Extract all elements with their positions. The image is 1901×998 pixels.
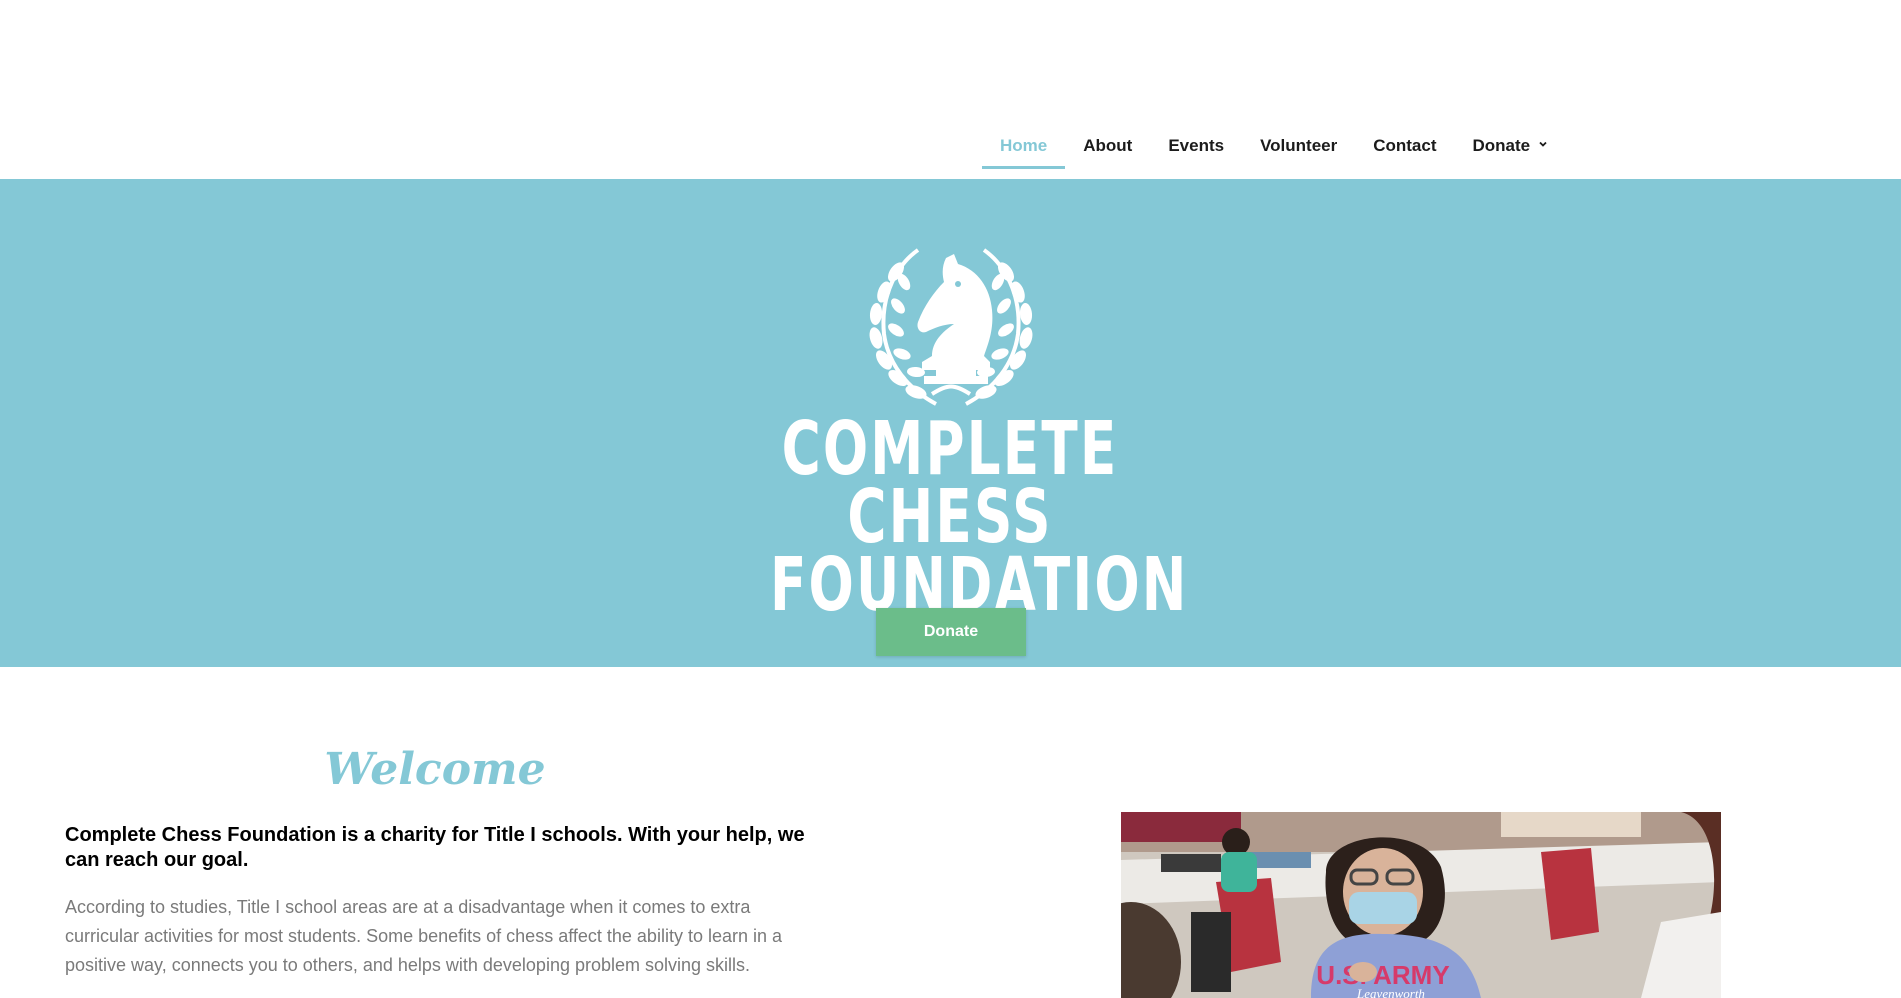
nav-volunteer-label: Volunteer: [1260, 136, 1338, 155]
students-playing-chess-photo: U.S. ARMY Leavenworth: [1121, 812, 1721, 998]
shirt-print-sub: Leavenworth: [1356, 986, 1425, 998]
nav-contact-label: Contact: [1373, 136, 1437, 155]
photo-illustration: U.S. ARMY Leavenworth: [1121, 812, 1721, 998]
nav-events-label: Events: [1168, 136, 1225, 155]
welcome-lead-text: Complete Chess Foundation is a charity f…: [65, 824, 805, 871]
nav-about-label: About: [1083, 136, 1133, 155]
main-nav: Home About Events Volunteer Contact Dona…: [982, 128, 1567, 169]
hero-donate-label: Donate: [923, 623, 979, 640]
nav-home[interactable]: Home: [982, 128, 1066, 169]
nav-events[interactable]: Events: [1150, 128, 1242, 168]
welcome-body-text: According to studies, Title I school are…: [65, 897, 783, 975]
nav-donate[interactable]: Donate: [1455, 128, 1567, 168]
site-header: Home About Events Volunteer Contact Dona…: [0, 0, 1901, 179]
hero-banner: COMPLETE CHESS FOUNDATION Donate: [0, 179, 1901, 667]
nav-home-label: Home: [1000, 136, 1048, 155]
knight-laurel-logo-icon: [869, 248, 1033, 406]
nav-donate-label: Donate: [1472, 136, 1531, 155]
logo-line-1: COMPLETE CHESS: [781, 406, 1119, 560]
welcome-heading: Welcome: [324, 744, 546, 795]
nav-contact[interactable]: Contact: [1355, 128, 1454, 168]
nav-about[interactable]: About: [1065, 128, 1150, 168]
nav-volunteer[interactable]: Volunteer: [1242, 128, 1355, 168]
logo-wordmark: COMPLETE CHESS FOUNDATION: [770, 406, 1186, 622]
chevron-down-icon: [1539, 141, 1547, 147]
hero-donate-button[interactable]: Donate: [876, 608, 1026, 656]
